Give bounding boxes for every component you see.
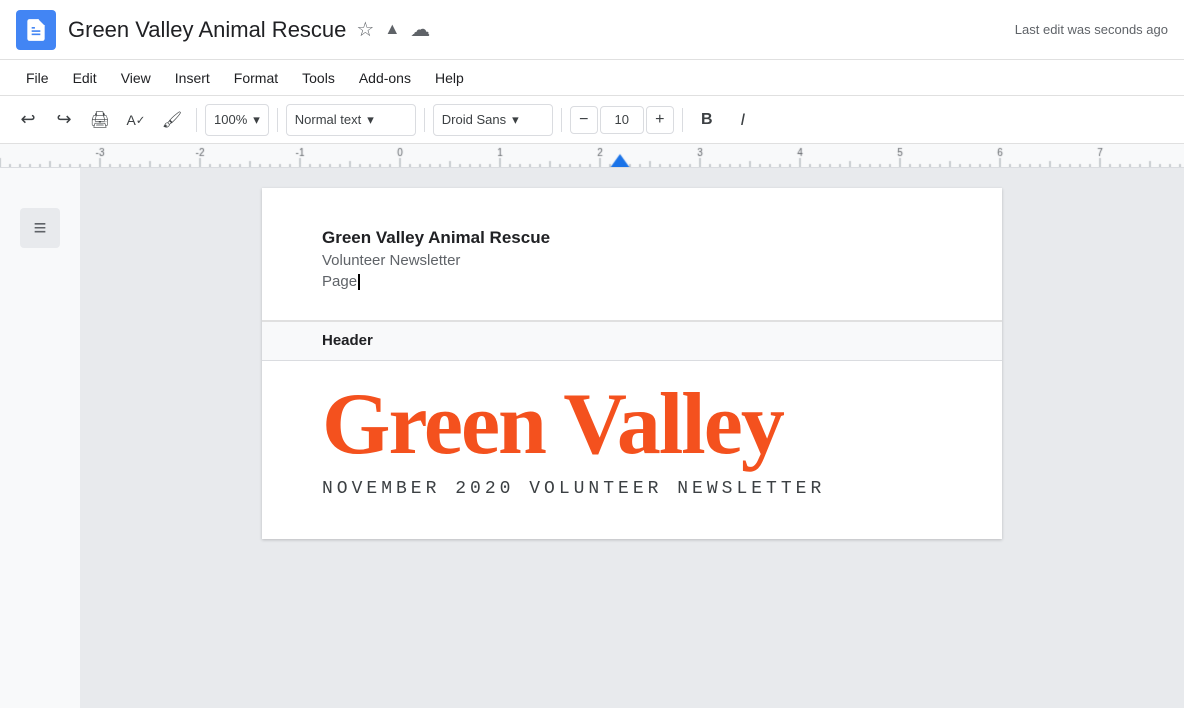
paragraph-style-chevron-icon: ▾ (367, 112, 374, 128)
separator-4 (561, 108, 562, 132)
font-chevron-icon: ▾ (512, 112, 519, 128)
zoom-chevron-icon: ▾ (253, 112, 260, 128)
ruler-canvas (0, 144, 1184, 168)
sidebar: ≡ (0, 168, 80, 708)
header-label-section: Header (262, 322, 1002, 361)
separator-2 (277, 108, 278, 132)
header-label-text: Header (322, 332, 373, 349)
toc-button[interactable]: ≡ (20, 208, 60, 248)
bold-button[interactable]: B (691, 104, 723, 136)
main-area: ≡ Green Valley Animal Rescue Volunteer N… (0, 168, 1184, 708)
doc-content[interactable]: Green Valley NOVEMBER 2020 VOLUNTEER NEW… (262, 361, 1002, 539)
toc-icon: ≡ (34, 215, 47, 241)
separator-1 (196, 108, 197, 132)
doc-title-text[interactable]: Green Valley Animal Rescue (68, 17, 346, 43)
separator-3 (424, 108, 425, 132)
italic-button[interactable]: I (727, 104, 759, 136)
last-edit-status: Last edit was seconds ago (1015, 22, 1168, 37)
increase-font-size-button[interactable]: + (646, 106, 674, 134)
page-document-title: Green Valley Animal Rescue (322, 228, 942, 248)
menu-file[interactable]: File (16, 66, 59, 90)
decrease-font-size-button[interactable]: − (570, 106, 598, 134)
menu-edit[interactable]: Edit (63, 66, 107, 90)
menu-insert[interactable]: Insert (165, 66, 220, 90)
zoom-dropdown[interactable]: 100% ▾ (205, 104, 269, 136)
toolbar: ↩ ↪ 🖨 A✓ 🖌 100% ▾ Normal text ▾ Droid Sa… (0, 96, 1184, 144)
page-header-section: Green Valley Animal Rescue Volunteer New… (262, 188, 1002, 322)
title-area: Green Valley Animal Rescue ☆ ▲ ☁ (68, 17, 1015, 43)
font-size-value: 10 (615, 112, 629, 127)
text-cursor (358, 274, 360, 290)
document-area[interactable]: Green Valley Animal Rescue Volunteer New… (80, 168, 1184, 708)
menu-bar: File Edit View Insert Format Tools Add-o… (0, 60, 1184, 96)
paragraph-style-dropdown[interactable]: Normal text ▾ (286, 104, 416, 136)
menu-view[interactable]: View (111, 66, 161, 90)
print-button[interactable]: 🖨 (84, 104, 116, 136)
ruler (0, 144, 1184, 168)
title-bar: Green Valley Animal Rescue ☆ ▲ ☁ Last ed… (0, 0, 1184, 60)
redo-button[interactable]: ↪ (48, 104, 80, 136)
undo-button[interactable]: ↩ (12, 104, 44, 136)
paragraph-style-value: Normal text (295, 112, 361, 127)
menu-addons[interactable]: Add-ons (349, 66, 421, 90)
star-icon[interactable]: ☆ (356, 17, 374, 42)
separator-5 (682, 108, 683, 132)
big-headline: Green Valley (322, 381, 942, 469)
zoom-control: 100% ▾ (205, 104, 269, 136)
menu-tools[interactable]: Tools (292, 66, 345, 90)
page-cursor-line: Page (322, 273, 942, 290)
spellcheck-button[interactable]: A✓ (120, 104, 152, 136)
menu-format[interactable]: Format (224, 66, 288, 90)
drive-icon[interactable]: ▲ (384, 21, 400, 39)
doc-icon (16, 10, 56, 50)
paint-format-button[interactable]: 🖌 (156, 104, 188, 136)
font-size-control: − 10 + (570, 106, 674, 134)
zoom-value: 100% (214, 112, 247, 127)
newsletter-subtitle-text: NOVEMBER 2020 VOLUNTEER NEWSLETTER (322, 479, 942, 499)
menu-help[interactable]: Help (425, 66, 474, 90)
font-value: Droid Sans (442, 112, 506, 127)
page-subtitle: Volunteer Newsletter (322, 252, 942, 269)
page: Green Valley Animal Rescue Volunteer New… (262, 188, 1002, 539)
font-dropdown[interactable]: Droid Sans ▾ (433, 104, 553, 136)
doc-title: Green Valley Animal Rescue ☆ ▲ ☁ (68, 17, 1015, 43)
font-size-display[interactable]: 10 (600, 106, 644, 134)
cloud-icon[interactable]: ☁ (410, 17, 430, 42)
